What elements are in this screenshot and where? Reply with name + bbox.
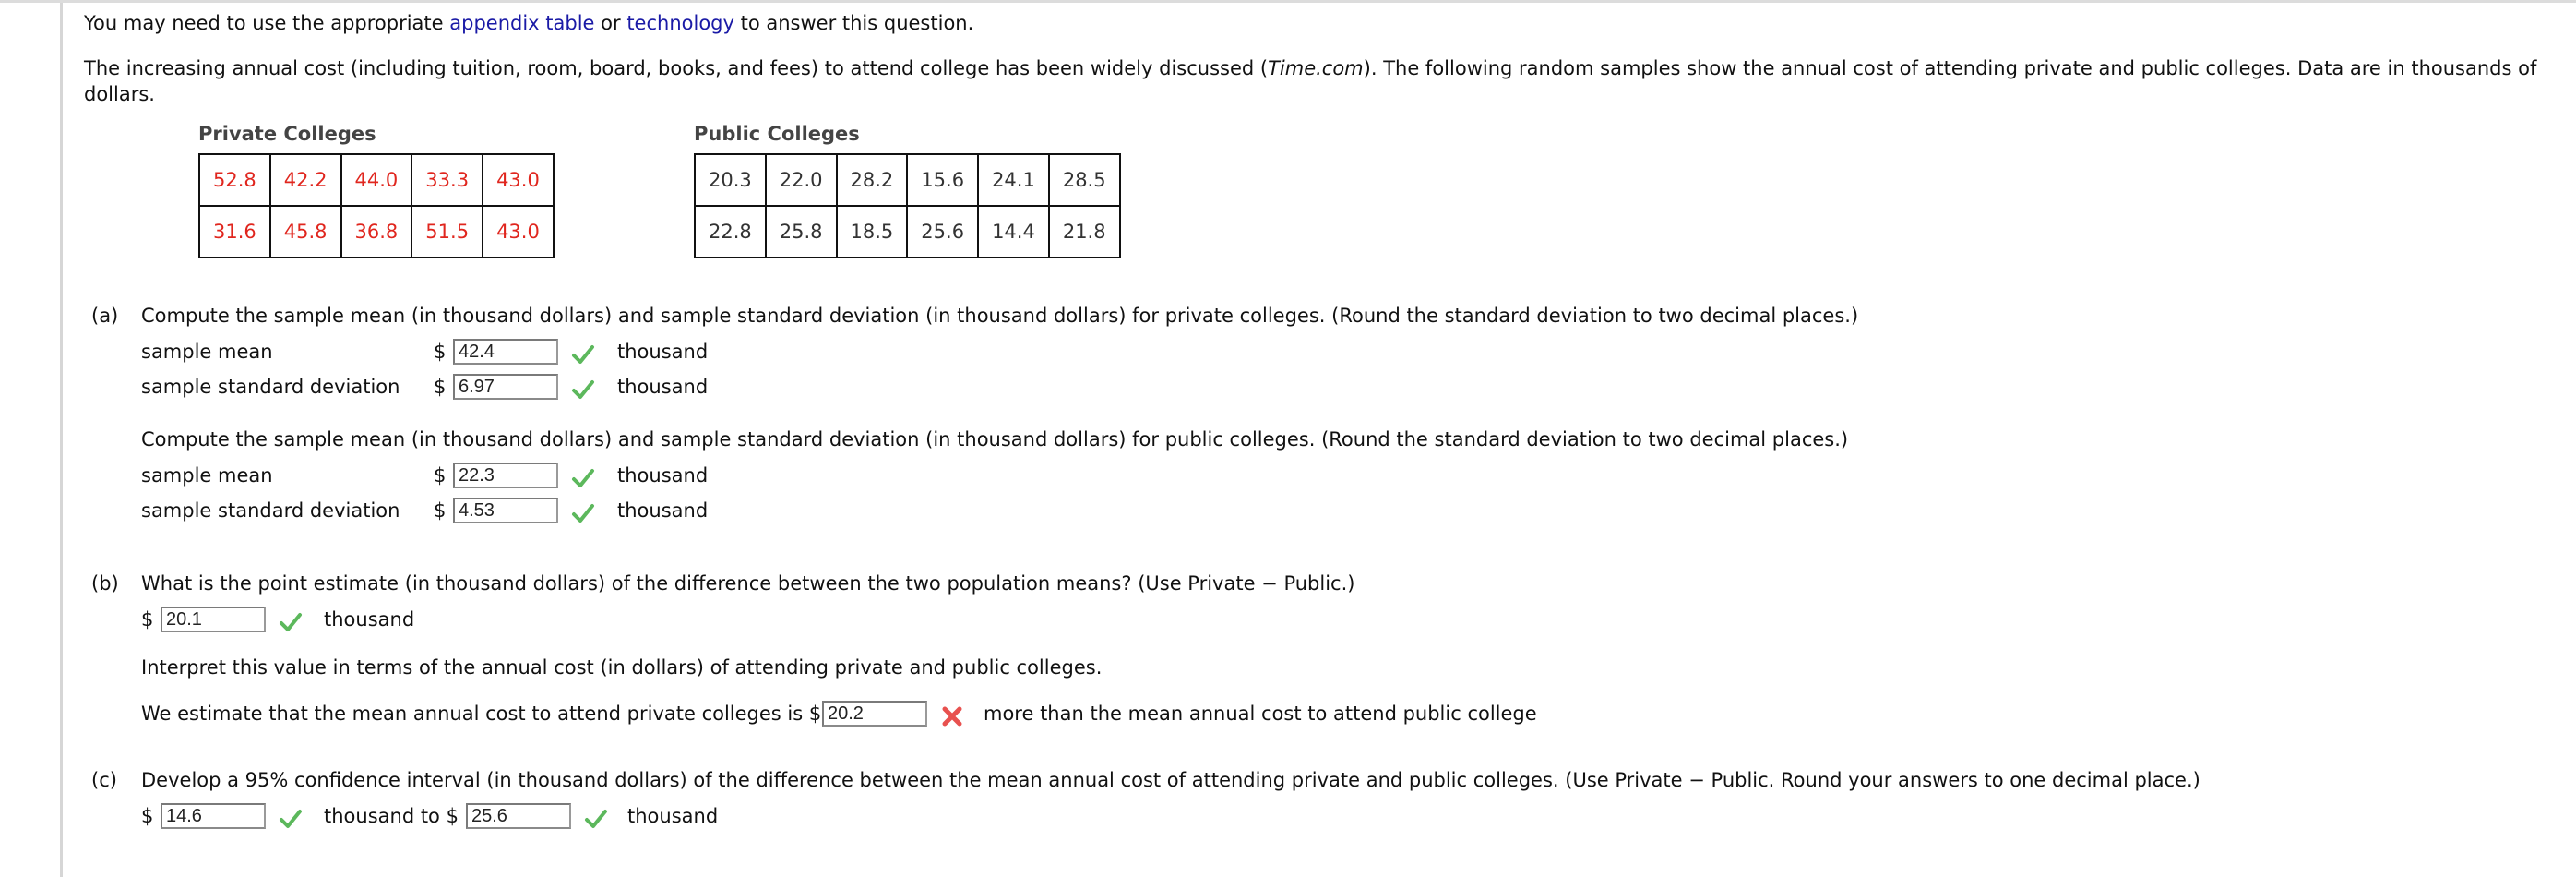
problem-statement: The increasing annual cost (including tu… <box>84 55 2538 107</box>
table-cell: 18.5 <box>835 205 909 258</box>
check-icon <box>280 613 302 631</box>
interpret-sentence-prefix: We estimate that the mean annual cost to… <box>141 703 822 725</box>
interpret-prompt: Interpret this value in terms of the ann… <box>141 656 1103 679</box>
instruction-suffix: to answer this question. <box>733 12 974 34</box>
check-icon <box>572 380 594 399</box>
public-colleges-title: Public Colleges <box>694 123 860 145</box>
table-cell: 24.1 <box>977 153 1050 207</box>
private-colleges-table: 52.8 42.2 44.0 33.3 43.0 31.6 45.8 36.8 … <box>198 153 555 258</box>
table-row: 20.3 22.0 28.2 15.6 24.1 28.5 <box>694 153 1121 207</box>
appendix-table-link[interactable]: appendix table <box>449 12 594 34</box>
technology-link[interactable]: technology <box>626 12 734 34</box>
public-mean-input[interactable]: 22.3 <box>453 463 558 488</box>
table-cell: 28.2 <box>835 153 909 207</box>
table-cell: 51.5 <box>411 205 484 258</box>
private-sd-input[interactable]: 6.97 <box>453 374 558 400</box>
table-cell: 22.0 <box>764 153 838 207</box>
check-icon <box>585 810 607 828</box>
private-mean-input[interactable]: 42.4 <box>453 339 558 365</box>
part-a-private-question: Compute the sample mean (in thousand dol… <box>141 305 1859 327</box>
private-colleges-title: Private Colleges <box>198 123 376 145</box>
part-a-public-question: Compute the sample mean (in thousand dol… <box>141 428 1849 451</box>
table-cell: 28.5 <box>1047 153 1121 207</box>
check-icon <box>572 345 594 364</box>
instruction-line: You may need to use the appropriate appe… <box>84 10 973 36</box>
table-cell: 22.8 <box>694 205 767 258</box>
table-row: 31.6 45.8 36.8 51.5 43.0 <box>198 205 555 258</box>
private-sd-label: sample standard deviation <box>141 376 400 398</box>
table-cell: 25.8 <box>764 205 838 258</box>
private-mean-label: sample mean <box>141 341 273 363</box>
table-cell: 33.3 <box>411 153 484 207</box>
left-border <box>60 3 63 877</box>
table-cell: 14.4 <box>977 205 1050 258</box>
table-cell: 45.8 <box>268 205 342 258</box>
table-cell: 36.8 <box>340 205 413 258</box>
point-estimate-input[interactable]: 20.1 <box>161 607 266 632</box>
table-row: 52.8 42.2 44.0 33.3 43.0 <box>198 153 555 207</box>
part-b-label: (b) <box>91 572 119 595</box>
check-icon <box>572 504 594 523</box>
table-cell: 44.0 <box>340 153 413 207</box>
currency-symbol: $ <box>141 805 154 827</box>
currency-symbol: $ <box>434 341 447 363</box>
check-icon <box>572 469 594 487</box>
table-cell: 43.0 <box>482 205 555 258</box>
problem-text-1: The increasing annual cost (including tu… <box>84 57 1269 79</box>
table-cell: 52.8 <box>198 153 271 207</box>
public-mean-label: sample mean <box>141 464 273 487</box>
source-citation: Time.com <box>1268 57 1364 79</box>
table-cell: 31.6 <box>198 205 271 258</box>
table-cell: 42.2 <box>268 153 342 207</box>
part-b-question: What is the point estimate (in thousand … <box>141 572 1355 595</box>
part-c-label: (c) <box>91 769 117 791</box>
part-c-question: Develop a 95% confidence interval (in th… <box>141 769 2200 791</box>
unit-label: thousand <box>627 805 719 827</box>
unit-label: thousand <box>617 341 709 363</box>
unit-label: thousand <box>324 608 415 631</box>
instruction-mid: or <box>594 12 627 34</box>
currency-symbol: $ <box>434 376 447 398</box>
table-cell: 15.6 <box>906 153 980 207</box>
table-cell: 25.6 <box>906 205 980 258</box>
table-cell: 20.3 <box>694 153 767 207</box>
ci-lower-input[interactable]: 14.6 <box>161 803 266 829</box>
incorrect-x-icon <box>942 706 962 727</box>
unit-label: thousand <box>617 499 709 522</box>
unit-label: thousand <box>617 464 709 487</box>
public-sd-input[interactable]: 4.53 <box>453 498 558 523</box>
currency-symbol: $ <box>141 608 154 631</box>
table-cell: 43.0 <box>482 153 555 207</box>
public-colleges-table: 20.3 22.0 28.2 15.6 24.1 28.5 22.8 25.8 … <box>694 153 1121 258</box>
ci-middle-text: thousand to $ <box>324 805 459 827</box>
currency-symbol: $ <box>434 499 447 522</box>
public-sd-label: sample standard deviation <box>141 499 400 522</box>
table-cell: 21.8 <box>1047 205 1121 258</box>
check-icon <box>280 810 302 828</box>
interpret-value-input[interactable]: 20.2 <box>822 701 927 727</box>
top-border <box>0 0 2576 3</box>
part-a-label: (a) <box>91 305 119 327</box>
interpret-sentence-suffix: more than the mean annual cost to attend… <box>984 703 1537 725</box>
instruction-prefix: You may need to use the appropriate <box>84 12 450 34</box>
unit-label: thousand <box>617 376 709 398</box>
table-row: 22.8 25.8 18.5 25.6 14.4 21.8 <box>694 205 1121 258</box>
ci-upper-input[interactable]: 25.6 <box>466 803 571 829</box>
currency-symbol: $ <box>434 464 447 487</box>
